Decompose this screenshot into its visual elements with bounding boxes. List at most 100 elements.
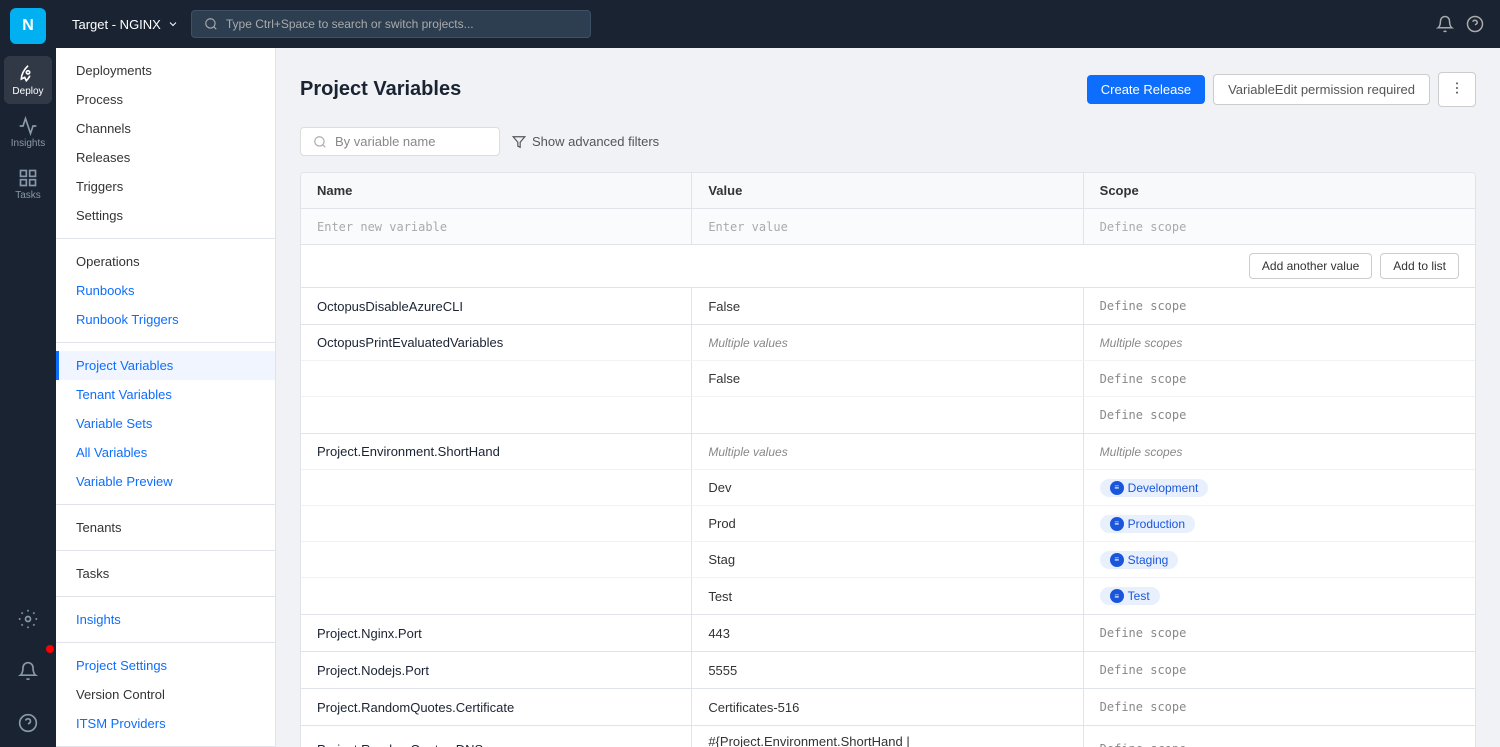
var-group-0: OctopusDisableAzureCLI False Define scop… <box>301 288 1475 325</box>
table-row: OctopusDisableAzureCLI False Define scop… <box>301 288 1475 324</box>
sidebar-item-process[interactable]: Process <box>56 85 275 114</box>
sidebar-item-deployments[interactable]: Deployments <box>56 56 275 85</box>
sidebar-item-version-control[interactable]: Version Control <box>56 680 275 709</box>
var-name-cell: OctopusDisableAzureCLI <box>301 288 692 324</box>
sidebar-item-runbook-triggers[interactable]: Runbook Triggers <box>56 305 275 334</box>
topbar-bell-icon[interactable] <box>1436 15 1454 33</box>
new-value-placeholder: Enter value <box>708 220 787 234</box>
variable-name: Project.RandomQuotes.DNS <box>317 742 483 747</box>
scope-badge-icon: ≡ <box>1110 481 1124 495</box>
var-value-cell: #{Project.Environment.ShortHand | ToLowe… <box>692 726 1083 747</box>
project-selector[interactable]: Target - NGINX <box>72 17 179 32</box>
sidebar-item-settings[interactable]: Settings <box>56 201 275 230</box>
var-value-cell <box>692 397 1083 433</box>
variable-value-multi: Multiple values <box>708 445 787 459</box>
topbar: Target - NGINX Type Ctrl+Space to search… <box>56 0 1500 48</box>
topbar-icons <box>1436 15 1484 33</box>
var-name-cell <box>301 470 692 505</box>
add-another-value-button[interactable]: Add another value <box>1249 253 1372 279</box>
gear-icon <box>18 609 38 629</box>
sidebar-section-project: Project Settings Version Control ITSM Pr… <box>56 643 275 747</box>
var-scope-cell: Define scope <box>1084 726 1475 747</box>
page-title: Project Variables <box>300 78 461 101</box>
sidebar-section-variables: Project Variables Tenant Variables Varia… <box>56 343 275 505</box>
add-to-list-button[interactable]: Add to list <box>1380 253 1459 279</box>
chevron-down-icon <box>167 18 179 30</box>
sidebar-item-variable-preview[interactable]: Variable Preview <box>56 467 275 496</box>
nav-deploy-label: Deploy <box>12 86 43 97</box>
variable-name: Project.Environment.ShortHand <box>317 444 500 459</box>
variable-value: Certificates-516 <box>708 700 799 715</box>
table-row: Define scope <box>301 397 1475 433</box>
variable-scope: Define scope <box>1100 372 1187 386</box>
nav-notifications[interactable] <box>4 647 52 695</box>
new-variable-name-cell[interactable]: Enter new variable <box>301 209 692 244</box>
sidebar-item-insights[interactable]: Insights <box>56 605 275 634</box>
sidebar-item-tenant-variables[interactable]: Tenant Variables <box>56 380 275 409</box>
variable-name: Project.Nginx.Port <box>317 626 422 641</box>
sidebar-item-triggers[interactable]: Triggers <box>56 172 275 201</box>
variable-scope: Define scope <box>1100 299 1187 313</box>
create-release-button[interactable]: Create Release <box>1087 75 1205 104</box>
variable-scope-multi: Multiple scopes <box>1100 336 1183 350</box>
main-content: Project Variables Create Release Variabl… <box>276 48 1500 747</box>
var-value-cell: False <box>692 361 1083 396</box>
more-options-button[interactable] <box>1438 72 1476 107</box>
variable-value-multi: Multiple values <box>708 336 787 350</box>
col-scope: Scope <box>1084 173 1475 208</box>
variable-name: Project.Nodejs.Port <box>317 663 429 678</box>
sidebar-item-itsm[interactable]: ITSM Providers <box>56 709 275 738</box>
var-value-cell: Prod <box>692 506 1083 541</box>
var-value-cell: Multiple values <box>692 325 1083 360</box>
var-scope-cell: Multiple scopes <box>1084 325 1475 360</box>
help-icon <box>18 713 38 733</box>
sidebar-item-tasks[interactable]: Tasks <box>56 559 275 588</box>
variable-name-filter[interactable]: By variable name <box>300 127 500 156</box>
scope-badge-icon: ≡ <box>1110 553 1124 567</box>
global-search[interactable]: Type Ctrl+Space to search or switch proj… <box>191 10 591 38</box>
nav-insights[interactable]: Insights <box>4 108 52 156</box>
advanced-filters-label: Show advanced filters <box>532 134 659 149</box>
new-variable-scope-cell[interactable]: Define scope <box>1084 209 1475 244</box>
sidebar-item-tenants[interactable]: Tenants <box>56 513 275 542</box>
variable-value: False <box>708 371 740 386</box>
variable-name: OctopusDisableAzureCLI <box>317 299 463 314</box>
sidebar-item-runbooks[interactable]: Runbooks <box>56 276 275 305</box>
table-row: False Define scope <box>301 361 1475 397</box>
var-value-cell: Test <box>692 578 1083 614</box>
filter-placeholder: By variable name <box>335 134 435 149</box>
sidebar-item-all-variables[interactable]: All Variables <box>56 438 275 467</box>
topbar-help-icon[interactable] <box>1466 15 1484 33</box>
sidebar-item-channels[interactable]: Channels <box>56 114 275 143</box>
nav-deploy[interactable]: Deploy <box>4 56 52 104</box>
sidebar-item-releases[interactable]: Releases <box>56 143 275 172</box>
var-scope-cell: ≡ Staging <box>1084 542 1475 577</box>
chart-icon <box>18 116 38 136</box>
filter-icon <box>512 135 526 149</box>
variable-scope-multi: Multiple scopes <box>1100 445 1183 459</box>
nav-tasks[interactable]: Tasks <box>4 160 52 208</box>
sidebar-item-project-variables[interactable]: Project Variables <box>56 351 275 380</box>
grid-icon <box>18 168 38 188</box>
sidebar-item-operations[interactable]: Operations <box>56 247 275 276</box>
var-scope-cell: Define scope <box>1084 397 1475 433</box>
var-value-cell: Certificates-516 <box>692 689 1083 725</box>
var-group-4: Project.Nodejs.Port 5555 Define scope <box>301 652 1475 689</box>
advanced-filters-toggle[interactable]: Show advanced filters <box>512 134 659 149</box>
scope-badge-development: ≡ Development <box>1100 479 1209 497</box>
new-variable-value-cell[interactable]: Enter value <box>692 209 1083 244</box>
permission-button[interactable]: VariableEdit permission required <box>1213 74 1430 105</box>
filter-bar: By variable name Show advanced filters <box>300 127 1476 156</box>
nav-help[interactable] <box>4 699 52 747</box>
var-name-cell <box>301 506 692 541</box>
table-row: Dev ≡ Development <box>301 470 1475 506</box>
sidebar-item-variable-sets[interactable]: Variable Sets <box>56 409 275 438</box>
nav-settings[interactable] <box>4 595 52 643</box>
variable-value: Stag <box>708 552 735 567</box>
var-group-3: Project.Nginx.Port 443 Define scope <box>301 615 1475 652</box>
sidebar-item-project-settings[interactable]: Project Settings <box>56 651 275 680</box>
table-row: Project.RandomQuotes.DNS #{Project.Envir… <box>301 726 1475 747</box>
var-scope-cell: ≡ Production <box>1084 506 1475 541</box>
table-header: Name Value Scope <box>301 173 1475 209</box>
var-scope-cell: Multiple scopes <box>1084 434 1475 469</box>
